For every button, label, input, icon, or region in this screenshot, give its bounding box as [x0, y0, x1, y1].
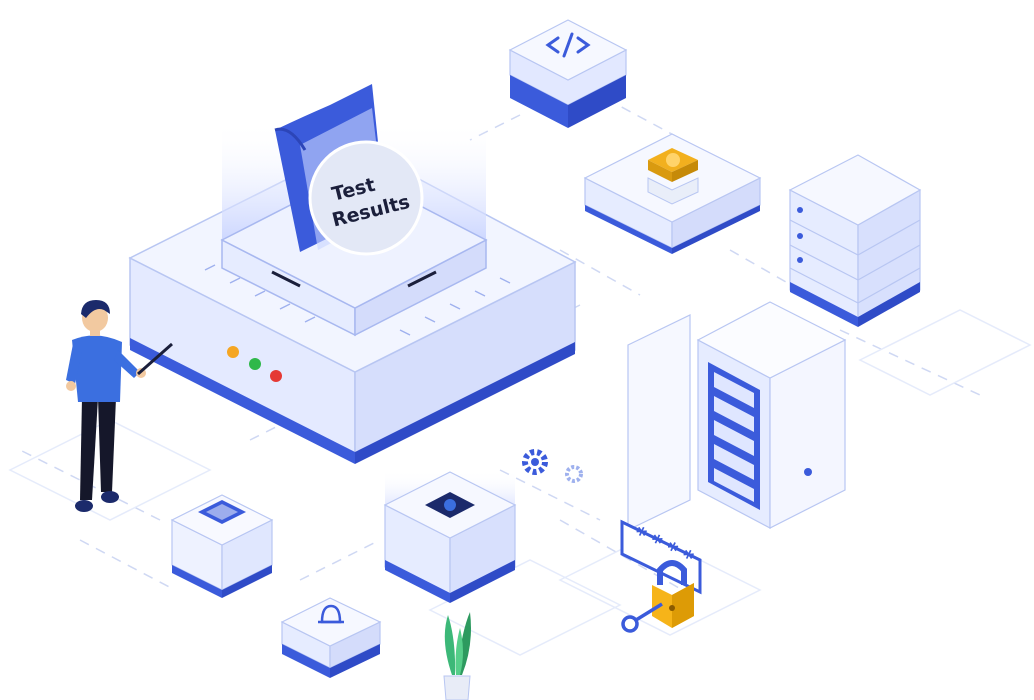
gear-icon: [522, 449, 583, 483]
bell-block: [280, 597, 382, 678]
processor-block: [170, 494, 274, 598]
isometric-illustration: Test Results * * * *: [0, 0, 1034, 700]
test-results-badge: Test Results: [308, 140, 424, 256]
code-block: [508, 19, 628, 128]
server-cabinet-icon: [627, 301, 847, 531]
server-rack-icon: [788, 154, 922, 327]
chip-block: [383, 470, 517, 603]
illustration-canvas: Test Results * * * *: [8, 19, 1032, 700]
coin-block: [583, 133, 762, 254]
plant-icon: [443, 612, 471, 700]
